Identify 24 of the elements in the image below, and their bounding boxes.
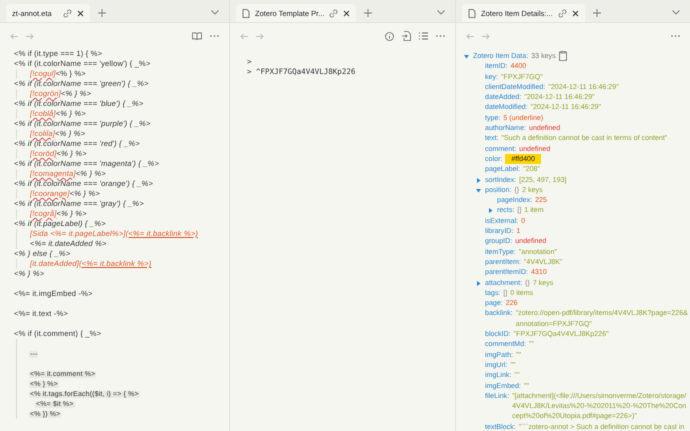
expand-arrow-icon[interactable] — [488, 208, 493, 214]
new-tab-icon[interactable] — [592, 9, 601, 17]
expand-arrow-icon[interactable] — [476, 178, 481, 183]
close-icon[interactable] — [343, 10, 350, 16]
new-tab-icon[interactable] — [364, 9, 372, 17]
expand-arrow-icon[interactable] — [476, 188, 481, 193]
expand-arrow-icon[interactable] — [476, 280, 481, 286]
file-arrow-icon[interactable] — [402, 31, 411, 41]
chevron-down-icon[interactable] — [672, 10, 680, 15]
file-icon — [242, 8, 250, 18]
chevron-down-icon[interactable] — [437, 10, 445, 15]
book-icon[interactable] — [192, 32, 202, 40]
file-icon — [468, 8, 476, 18]
clipboard-icon[interactable] — [558, 51, 567, 61]
close-icon[interactable] — [572, 10, 579, 16]
close-icon[interactable] — [77, 10, 84, 16]
link-icon[interactable] — [558, 8, 567, 18]
expand-arrow-icon[interactable] — [464, 54, 469, 59]
info-icon[interactable] — [385, 32, 394, 40]
link-icon[interactable] — [63, 8, 72, 18]
new-tab-icon[interactable] — [98, 9, 106, 17]
list-icon[interactable] — [419, 32, 428, 40]
chevron-down-icon[interactable] — [211, 10, 219, 15]
link-icon[interactable] — [329, 8, 338, 18]
